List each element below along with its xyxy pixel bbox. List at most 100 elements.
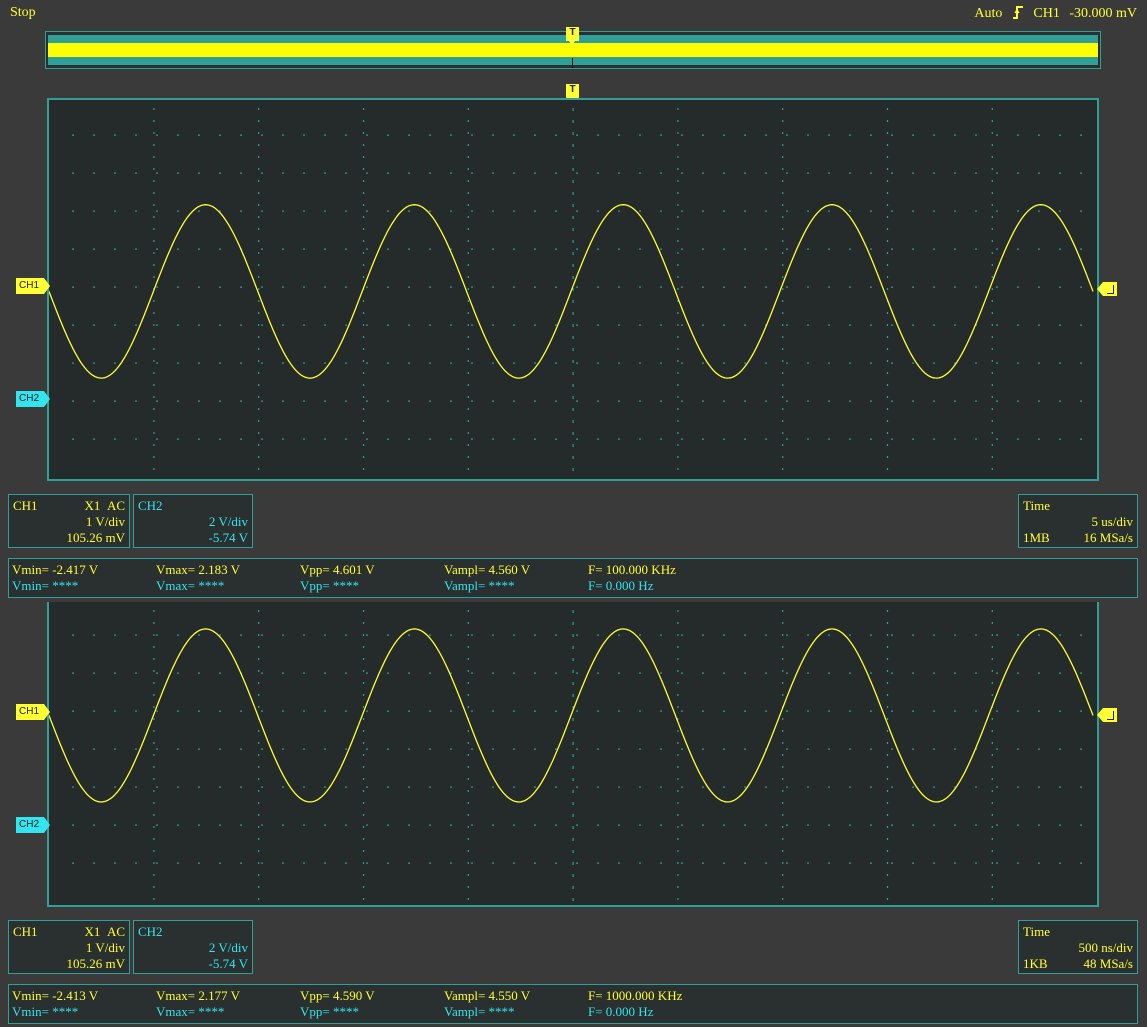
grid-dot [1038, 324, 1040, 326]
grid-dot [153, 658, 155, 660]
grid-dot [991, 718, 993, 720]
grid-dot [572, 264, 574, 267]
grid-dot [258, 468, 260, 470]
waveform-screen-zoom[interactable] [47, 602, 1099, 907]
grid-dot [991, 180, 993, 182]
grid-dot [198, 862, 200, 864]
ch1-settings-box[interactable]: CH1 X1 AC 1 V/div 105.26 mV [8, 494, 130, 548]
grid-dot [828, 748, 830, 750]
waveform-screen-main[interactable] [47, 98, 1099, 481]
grid-dot [1038, 134, 1040, 136]
grid-dot [534, 286, 536, 288]
grid-dot [258, 120, 260, 122]
grid-dot [991, 826, 993, 828]
grid-dot [677, 706, 679, 708]
grid-dot [677, 898, 679, 900]
ch2-settings-box[interactable]: CH2 2 V/div -5.74 V [133, 494, 253, 548]
grid-dot [156, 324, 158, 326]
zoom-ch2-level-marker[interactable]: CH2 [16, 817, 50, 833]
zoom-timebase-box[interactable]: Time 500 ns/div 1KB 48 MSa/s [1018, 920, 1138, 974]
grid-dot [450, 400, 452, 402]
grid-dot [618, 324, 620, 326]
grid-dot [572, 348, 574, 351]
memory-view-window[interactable] [48, 43, 1098, 57]
grid-dot [258, 814, 260, 816]
zoom-ch2-offset: -5.74 V [208, 956, 248, 971]
grid-dot [240, 786, 242, 788]
grid-dot [991, 168, 993, 170]
grid-dot [345, 672, 347, 674]
grid-dot [991, 372, 993, 374]
zoom-ch1-level-marker[interactable]: CH1 [16, 704, 50, 720]
grid-dot [362, 192, 365, 194]
ch2-level-marker[interactable]: CH2 [16, 391, 50, 407]
timebase-box[interactable]: Time 5 us/div 1MB 16 MSa/s [1018, 494, 1138, 548]
grid-dot [114, 400, 116, 402]
grid-dot [572, 754, 574, 757]
grid-dot [744, 672, 746, 674]
grid-dot [1059, 210, 1061, 212]
grid-dot [467, 108, 469, 110]
grid-dot [975, 824, 977, 826]
grid-dot [702, 748, 704, 750]
grid-dot [429, 134, 431, 136]
grid-dot [572, 372, 574, 375]
grid-dot [153, 718, 155, 720]
grid-dot [387, 324, 389, 326]
zoom-ch1-settings-box[interactable]: CH1 X1 AC 1 V/div 105.26 mV [8, 920, 130, 974]
grid-dot [258, 192, 260, 194]
grid-dot [1017, 862, 1019, 864]
grid-dot [786, 286, 788, 288]
grid-dot [677, 168, 679, 170]
grid-dot [362, 706, 365, 708]
grid-dot [975, 672, 977, 674]
zoom-ch2-settings-box[interactable]: CH2 2 V/div -5.74 V [133, 920, 253, 974]
grid-dot [408, 210, 410, 212]
grid-dot [153, 634, 155, 636]
ch1-level-marker[interactable]: CH1 [16, 278, 50, 294]
zoom-trigger-level-marker[interactable] [1097, 708, 1117, 722]
grid-dot [849, 748, 851, 750]
grid-dot [258, 766, 260, 768]
ch1-waveform-trace [49, 628, 1094, 803]
grid-dot [782, 180, 784, 182]
trigger-level-marker[interactable] [1097, 282, 1117, 296]
grid-dot [153, 754, 155, 756]
grid-dot [387, 134, 389, 136]
grid-dot [886, 814, 889, 816]
grid-dot [572, 730, 574, 733]
grid-dot [153, 240, 155, 242]
grid-dot [198, 710, 200, 712]
trigger-info[interactable]: Auto CH1 -30.000 mV [968, 5, 1137, 22]
grid-dot [572, 874, 574, 877]
grid-dot [765, 362, 767, 364]
grid-dot [555, 362, 557, 364]
grid-dot [886, 264, 889, 266]
grid-dot [258, 802, 260, 804]
grid-dot [135, 210, 137, 212]
grid-dot [618, 438, 620, 440]
grid-dot [198, 286, 200, 288]
grid-dot [114, 286, 116, 288]
grid-dot [744, 824, 746, 826]
memory-trigger-marker[interactable]: T [566, 27, 579, 45]
grid-dot [492, 634, 494, 636]
grid-dot [345, 172, 347, 174]
grid-dot [467, 850, 469, 852]
grid-dot [177, 672, 179, 674]
grid-dot [153, 144, 155, 146]
grid-dot [467, 730, 469, 732]
run-status[interactable]: Stop [10, 5, 36, 21]
grid-dot [744, 286, 746, 288]
grid-dot [366, 824, 368, 826]
grid-dot [153, 324, 155, 326]
trigger-position-marker[interactable]: T [566, 84, 579, 102]
grid-dot [744, 362, 746, 364]
grid-dot [660, 248, 662, 250]
grid-dot [849, 786, 851, 788]
grid-dot [366, 324, 368, 326]
grid-dot [681, 786, 683, 788]
grid-dot [282, 172, 284, 174]
grid-dot [366, 248, 368, 250]
grid-dot [362, 204, 365, 206]
